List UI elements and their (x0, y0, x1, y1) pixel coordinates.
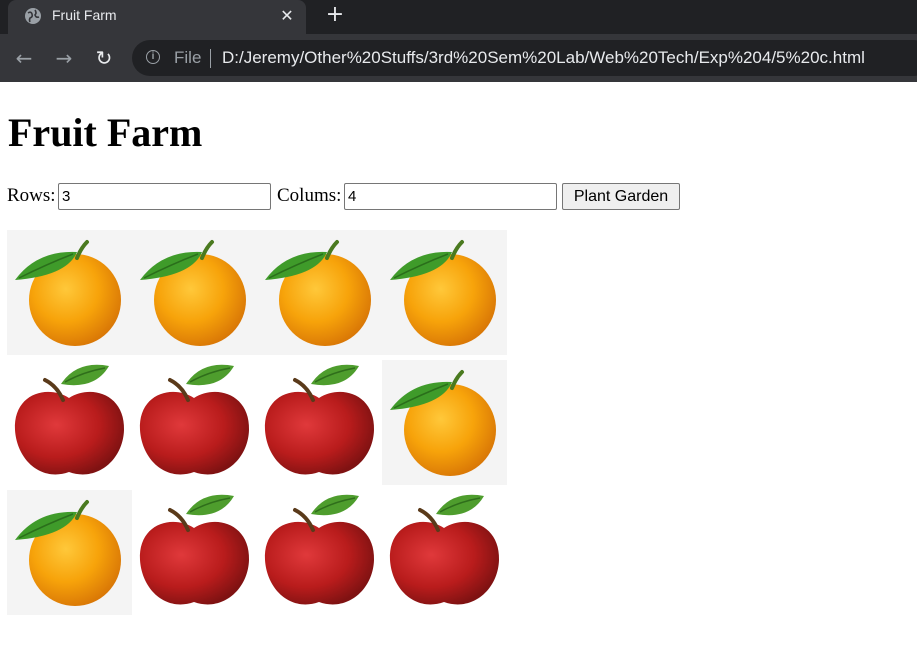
apple-icon (14, 364, 125, 475)
new-tab-icon[interactable]: + (324, 4, 346, 26)
orange-icon (390, 370, 496, 476)
address-bar[interactable]: i File D:/Jeremy/Other%20Stuffs/3rd%20Se… (132, 40, 917, 76)
tab-title: Fruit Farm (52, 7, 117, 23)
back-icon[interactable]: ← (12, 46, 36, 70)
info-icon[interactable]: i (146, 50, 160, 64)
apple-icon (264, 494, 375, 605)
garden-row (7, 230, 507, 355)
apple-image (7, 360, 132, 485)
orange-image (382, 360, 507, 485)
orange-icon (15, 500, 121, 606)
reload-icon[interactable]: ↻ (92, 46, 116, 70)
forward-icon[interactable]: → (52, 46, 76, 70)
apple-image (382, 490, 507, 615)
orange-icon (15, 240, 121, 346)
cols-input[interactable] (344, 183, 557, 210)
apple-icon (389, 494, 500, 605)
apple-image (132, 490, 257, 615)
orange-image (382, 230, 507, 355)
cols-label: Colums: (277, 185, 342, 206)
apple-icon (264, 364, 375, 475)
orange-icon (390, 240, 496, 346)
url-text[interactable]: D:/Jeremy/Other%20Stuffs/3rd%20Sem%20Lab… (222, 48, 865, 68)
garden-row (7, 490, 507, 615)
tab-strip: Fruit Farm ✕ + (0, 0, 917, 34)
orange-image (132, 230, 257, 355)
scheme-label: File (174, 48, 202, 67)
orange-image (257, 230, 382, 355)
address-divider (210, 49, 211, 68)
apple-image (132, 360, 257, 485)
apple-icon (139, 494, 250, 605)
apple-icon (139, 364, 250, 475)
plant-garden-button[interactable]: Plant Garden (562, 183, 680, 210)
garden-grid (7, 230, 507, 620)
page-content: Fruit Farm Rows: Colums: Plant Garden (0, 82, 917, 658)
browser-toolbar: ← → ↻ i File D:/Jeremy/Other%20Stuffs/3r… (0, 34, 917, 82)
garden-row (7, 360, 507, 485)
orange-icon (140, 240, 246, 346)
browser-tab[interactable]: Fruit Farm ✕ (8, 0, 306, 34)
orange-icon (265, 240, 371, 346)
rows-input[interactable] (58, 183, 271, 210)
rows-label: Rows: (7, 185, 56, 206)
close-tab-icon[interactable]: ✕ (278, 7, 296, 25)
apple-image (257, 490, 382, 615)
orange-image (7, 490, 132, 615)
orange-image (7, 230, 132, 355)
page-title: Fruit Farm (8, 110, 203, 155)
apple-image (257, 360, 382, 485)
globe-icon (25, 8, 41, 24)
